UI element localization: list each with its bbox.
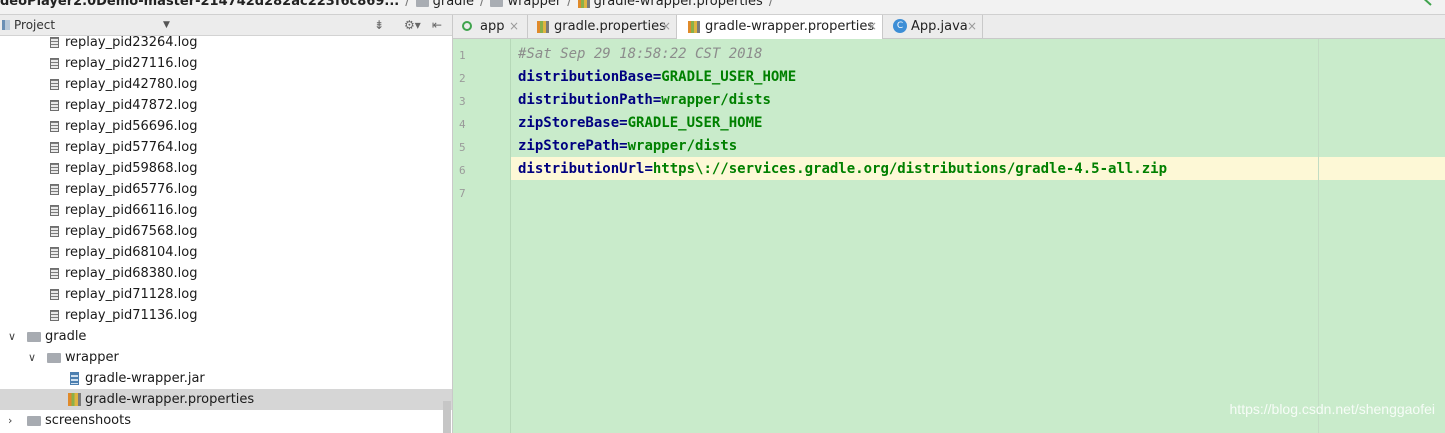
chevron-right-icon[interactable]: › bbox=[8, 410, 12, 431]
tree-item-file[interactable]: replay_pid68380.log bbox=[0, 263, 452, 284]
tree-item-file[interactable]: replay_pid42780.log bbox=[0, 74, 452, 95]
gear-icon[interactable]: ⚙▾ bbox=[404, 18, 421, 32]
project-tool-window: Project ▼ ⇟ ⚙▾ ⇤ replay_pid23264.log rep… bbox=[0, 15, 453, 433]
hide-panel-icon[interactable]: ⇤ bbox=[432, 18, 442, 32]
watermark: https://blog.csdn.net/shenggaofei bbox=[1229, 401, 1435, 417]
chevron-down-icon[interactable]: ∨ bbox=[28, 347, 36, 368]
tab-gradle-properties[interactable]: gradle.properties × bbox=[528, 15, 677, 38]
jar-file-icon bbox=[70, 372, 79, 385]
log-file-icon bbox=[50, 163, 59, 174]
log-file-icon bbox=[50, 58, 59, 69]
editor-tab-bar: app × gradle.properties × gradle-wrapper… bbox=[453, 15, 1445, 39]
tree-item-properties-selected[interactable]: gradle-wrapper.properties bbox=[0, 389, 452, 410]
tree-item-file[interactable]: replay_pid56696.log bbox=[0, 116, 452, 137]
line-number: 4 bbox=[459, 118, 466, 131]
project-view-icon bbox=[2, 20, 10, 30]
code-line-2: distributionBase=GRADLE_USER_HOME bbox=[518, 69, 797, 85]
log-file-icon bbox=[50, 268, 59, 279]
folder-icon bbox=[27, 416, 41, 426]
folder-icon bbox=[27, 332, 41, 342]
log-file-icon bbox=[50, 247, 59, 258]
tree-item-file[interactable]: replay_pid66116.log bbox=[0, 200, 452, 221]
properties-icon bbox=[688, 21, 700, 33]
tree-item-file[interactable]: replay_pid68104.log bbox=[0, 242, 452, 263]
folder-icon bbox=[490, 0, 504, 7]
tree-item-file[interactable]: replay_pid47872.log bbox=[0, 95, 452, 116]
log-file-icon bbox=[50, 184, 59, 195]
breadcrumb-item-wrapper[interactable]: wrapper bbox=[484, 0, 561, 9]
tree-item-file[interactable]: replay_pid71128.log bbox=[0, 284, 452, 305]
tree-item-jar[interactable]: gradle-wrapper.jar bbox=[0, 368, 452, 389]
log-file-icon bbox=[50, 205, 59, 216]
line-number: 1 bbox=[459, 49, 466, 62]
tree-item-file[interactable]: replay_pid27116.log bbox=[0, 53, 452, 74]
breadcrumb-item-file[interactable]: gradle-wrapper.properties bbox=[572, 0, 763, 9]
tab-gradle-wrapper-properties[interactable]: gradle-wrapper.properties × bbox=[677, 15, 883, 39]
tree-item-file[interactable]: replay_pid71136.log bbox=[0, 305, 452, 326]
tree-item-file[interactable]: replay_pid65776.log bbox=[0, 179, 452, 200]
breadcrumb: deoPlayer2.0Demo-master-214742d282ac223f… bbox=[0, 0, 1445, 15]
tree-scrollbar[interactable] bbox=[443, 401, 451, 433]
code-editor[interactable]: 1 2 3 4 5 6 7 #Sat Sep 29 18:58:22 CST 2… bbox=[453, 39, 1445, 433]
properties-icon bbox=[68, 393, 81, 406]
line-number: 6 bbox=[459, 164, 466, 177]
breadcrumb-item-gradle[interactable]: gradle bbox=[410, 0, 474, 9]
line-number: 7 bbox=[459, 187, 466, 200]
chevron-down-icon[interactable]: ∨ bbox=[8, 326, 16, 347]
log-file-icon bbox=[50, 100, 59, 111]
tab-app-java[interactable]: C App.java × bbox=[883, 15, 983, 38]
log-file-icon bbox=[50, 226, 59, 237]
log-file-icon bbox=[50, 79, 59, 90]
close-icon[interactable]: × bbox=[661, 15, 671, 38]
close-icon[interactable]: × bbox=[967, 15, 977, 38]
close-icon[interactable]: × bbox=[509, 15, 519, 38]
close-icon[interactable]: × bbox=[867, 15, 877, 38]
line-number: 5 bbox=[459, 141, 466, 154]
log-file-icon bbox=[50, 142, 59, 153]
properties-icon bbox=[537, 21, 549, 33]
tree-item-file[interactable]: replay_pid67568.log bbox=[0, 221, 452, 242]
line-number: 3 bbox=[459, 95, 466, 108]
java-class-icon: C bbox=[893, 19, 907, 33]
tree-item-folder-screenshoots[interactable]: › screenshoots bbox=[0, 410, 452, 431]
line-number: 2 bbox=[459, 72, 466, 85]
breadcrumb-item-project[interactable]: deoPlayer2.0Demo-master-214742d282ac223f… bbox=[0, 0, 399, 9]
hammer-icon[interactable] bbox=[1419, 0, 1433, 6]
code-line-3: distributionPath=wrapper/dists bbox=[518, 92, 771, 108]
code-line-6: distributionUrl=https\://services.gradle… bbox=[518, 161, 1168, 177]
log-file-icon bbox=[50, 289, 59, 300]
right-margin-guide bbox=[1318, 39, 1319, 433]
chevron-down-icon[interactable]: ▼ bbox=[163, 20, 170, 30]
collapse-all-icon[interactable]: ⇟ bbox=[374, 18, 384, 32]
folder-icon bbox=[47, 353, 61, 363]
module-icon bbox=[462, 21, 472, 31]
code-line-1: #Sat Sep 29 18:58:22 CST 2018 bbox=[518, 46, 763, 62]
tree-item-file[interactable]: replay_pid23264.log bbox=[0, 32, 452, 53]
code-line-4: zipStoreBase=GRADLE_USER_HOME bbox=[518, 115, 763, 131]
tree-item-file[interactable]: replay_pid57764.log bbox=[0, 137, 452, 158]
tree-item-folder-gradle[interactable]: ∨ gradle bbox=[0, 326, 452, 347]
code-line-5: zipStorePath=wrapper/dists bbox=[518, 138, 738, 154]
log-file-icon bbox=[50, 121, 59, 132]
log-file-icon bbox=[50, 310, 59, 321]
tab-app[interactable]: app × bbox=[453, 15, 528, 38]
project-view-selector[interactable]: Project bbox=[14, 18, 55, 32]
tree-item-file[interactable]: replay_pid59868.log bbox=[0, 158, 452, 179]
tree-item-folder-wrapper[interactable]: ∨ wrapper bbox=[0, 347, 452, 368]
properties-icon bbox=[577, 0, 590, 8]
folder-icon bbox=[415, 0, 429, 7]
log-file-icon bbox=[50, 37, 59, 48]
